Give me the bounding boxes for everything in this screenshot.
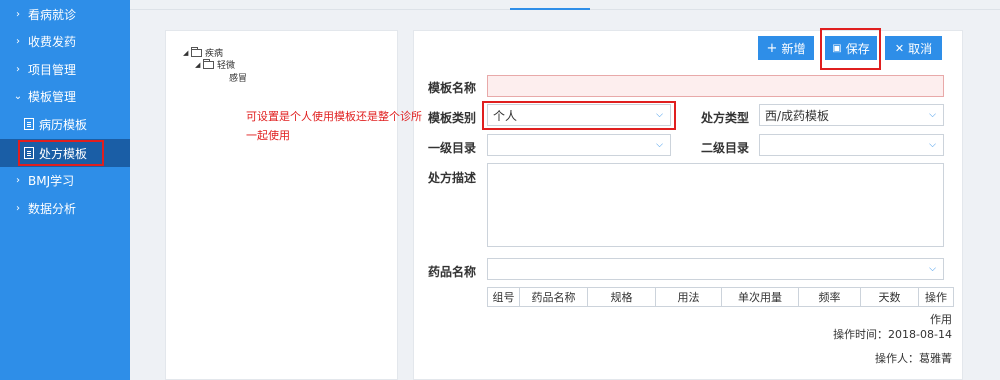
expand-triangle-icon[interactable]: ◢ (183, 49, 191, 57)
operation-time: 操作时间：2018-08-14 (833, 328, 952, 341)
sidebar-item-label: 病历模板 (39, 117, 88, 132)
chevron-down-icon: ⌵ (656, 140, 663, 150)
template-type-annotation: 可设置是个人使用模板还是整个诊所一起使用 (246, 110, 422, 142)
chevron-right-icon: › (16, 63, 20, 75)
level1-dir-select[interactable]: ⌵ (487, 134, 671, 156)
document-icon (24, 118, 34, 130)
row-action-text[interactable]: 作用 (900, 311, 952, 327)
chevron-down-icon: ⌵ (929, 110, 936, 120)
tree-node-label: 感冒 (229, 74, 248, 84)
column-header: 单次用量 (722, 288, 799, 306)
drug-table-header: 组号 药品名称 规格 用法 单次用量 频率 天数 操作 (487, 287, 954, 307)
level2-dir-select[interactable]: ⌵ (759, 134, 944, 156)
expand-triangle-icon[interactable]: ◢ (195, 61, 203, 69)
column-header: 频率 (799, 288, 861, 306)
column-header: 用法 (656, 288, 722, 306)
sidebar-item-projects[interactable]: › 项目管理 (0, 55, 130, 83)
sidebar-item-consultation[interactable]: › 看病就诊 (0, 0, 130, 28)
sidebar-item-label: 数据分析 (28, 201, 77, 216)
close-icon: ✕ (894, 41, 905, 55)
column-header: 规格 (588, 288, 656, 306)
template-type-label: 模板类别 (428, 111, 477, 125)
column-header: 组号 (488, 288, 520, 306)
sidebar-item-label: 项目管理 (28, 62, 77, 77)
save-button-highlight (820, 28, 881, 70)
rx-description-textarea[interactable] (487, 163, 944, 247)
chevron-right-icon: › (16, 202, 20, 214)
column-header: 药品名称 (520, 288, 588, 306)
drug-name-select[interactable]: ⌵ (487, 258, 944, 280)
sidebar-item-billing[interactable]: › 收费发药 (0, 27, 130, 55)
template-name-input[interactable] (487, 75, 944, 97)
chevron-right-icon: › (16, 35, 20, 47)
active-item-highlight (18, 140, 104, 166)
folder-icon (191, 46, 202, 57)
sidebar-item-templates[interactable]: ⌄ 模板管理 (0, 82, 130, 110)
operator-name: 操作人：葛雅菁 (875, 352, 952, 365)
category-tree-panel: ◢ 疾病 ◢ 轻微 感冒 (165, 30, 398, 380)
sidebar-item-label: BMJ学习 (28, 173, 75, 188)
tree-node-label: 轻微 (217, 61, 236, 71)
column-header: 天数 (861, 288, 919, 306)
tree-node-mild[interactable]: ◢ 轻微 (195, 58, 235, 71)
tree-node-cold[interactable]: 感冒 (229, 71, 247, 84)
cancel-button-label: 取消 (908, 41, 933, 56)
chevron-down-icon: ⌄ (13, 90, 23, 102)
rx-description-label: 处方描述 (428, 171, 477, 185)
sidebar-item-label: 收费发药 (28, 34, 77, 49)
sidebar-item-label: 模板管理 (28, 89, 77, 104)
rx-type-value: 西/成药模板 (765, 108, 830, 123)
folder-icon (203, 58, 214, 69)
sidebar: › 看病就诊 › 收费发药 › 项目管理 ⌄ 模板管理 病历模板 处方模板 › … (0, 0, 130, 380)
template-name-label: 模板名称 (428, 81, 477, 95)
sidebar-item-medical-record-template[interactable]: 病历模板 (0, 110, 130, 138)
rx-type-select[interactable]: 西/成药模板 ⌵ (759, 104, 944, 126)
active-tab-indicator (510, 8, 590, 10)
column-header: 操作 (925, 291, 947, 304)
drug-name-label: 药品名称 (428, 265, 477, 279)
template-type-highlight (482, 101, 676, 130)
add-button[interactable]: + 新增 (758, 36, 814, 60)
sidebar-item-bmj-learning[interactable]: › BMJ学习 (0, 166, 130, 194)
level1-dir-label: 一级目录 (428, 141, 477, 155)
level2-dir-label: 二级目录 (701, 141, 750, 155)
chevron-down-icon: ⌵ (929, 140, 936, 150)
plus-icon: + (766, 40, 778, 56)
add-button-label: 新增 (781, 41, 806, 56)
sidebar-item-data-analysis[interactable]: › 数据分析 (0, 194, 130, 222)
top-tab-strip (130, 0, 1000, 10)
cancel-button[interactable]: ✕ 取消 (885, 36, 942, 60)
chevron-right-icon: › (16, 8, 20, 20)
sidebar-item-label: 看病就诊 (28, 7, 77, 22)
chevron-right-icon: › (16, 174, 20, 186)
chevron-down-icon: ⌵ (929, 264, 936, 274)
rx-type-label: 处方类型 (701, 111, 750, 125)
